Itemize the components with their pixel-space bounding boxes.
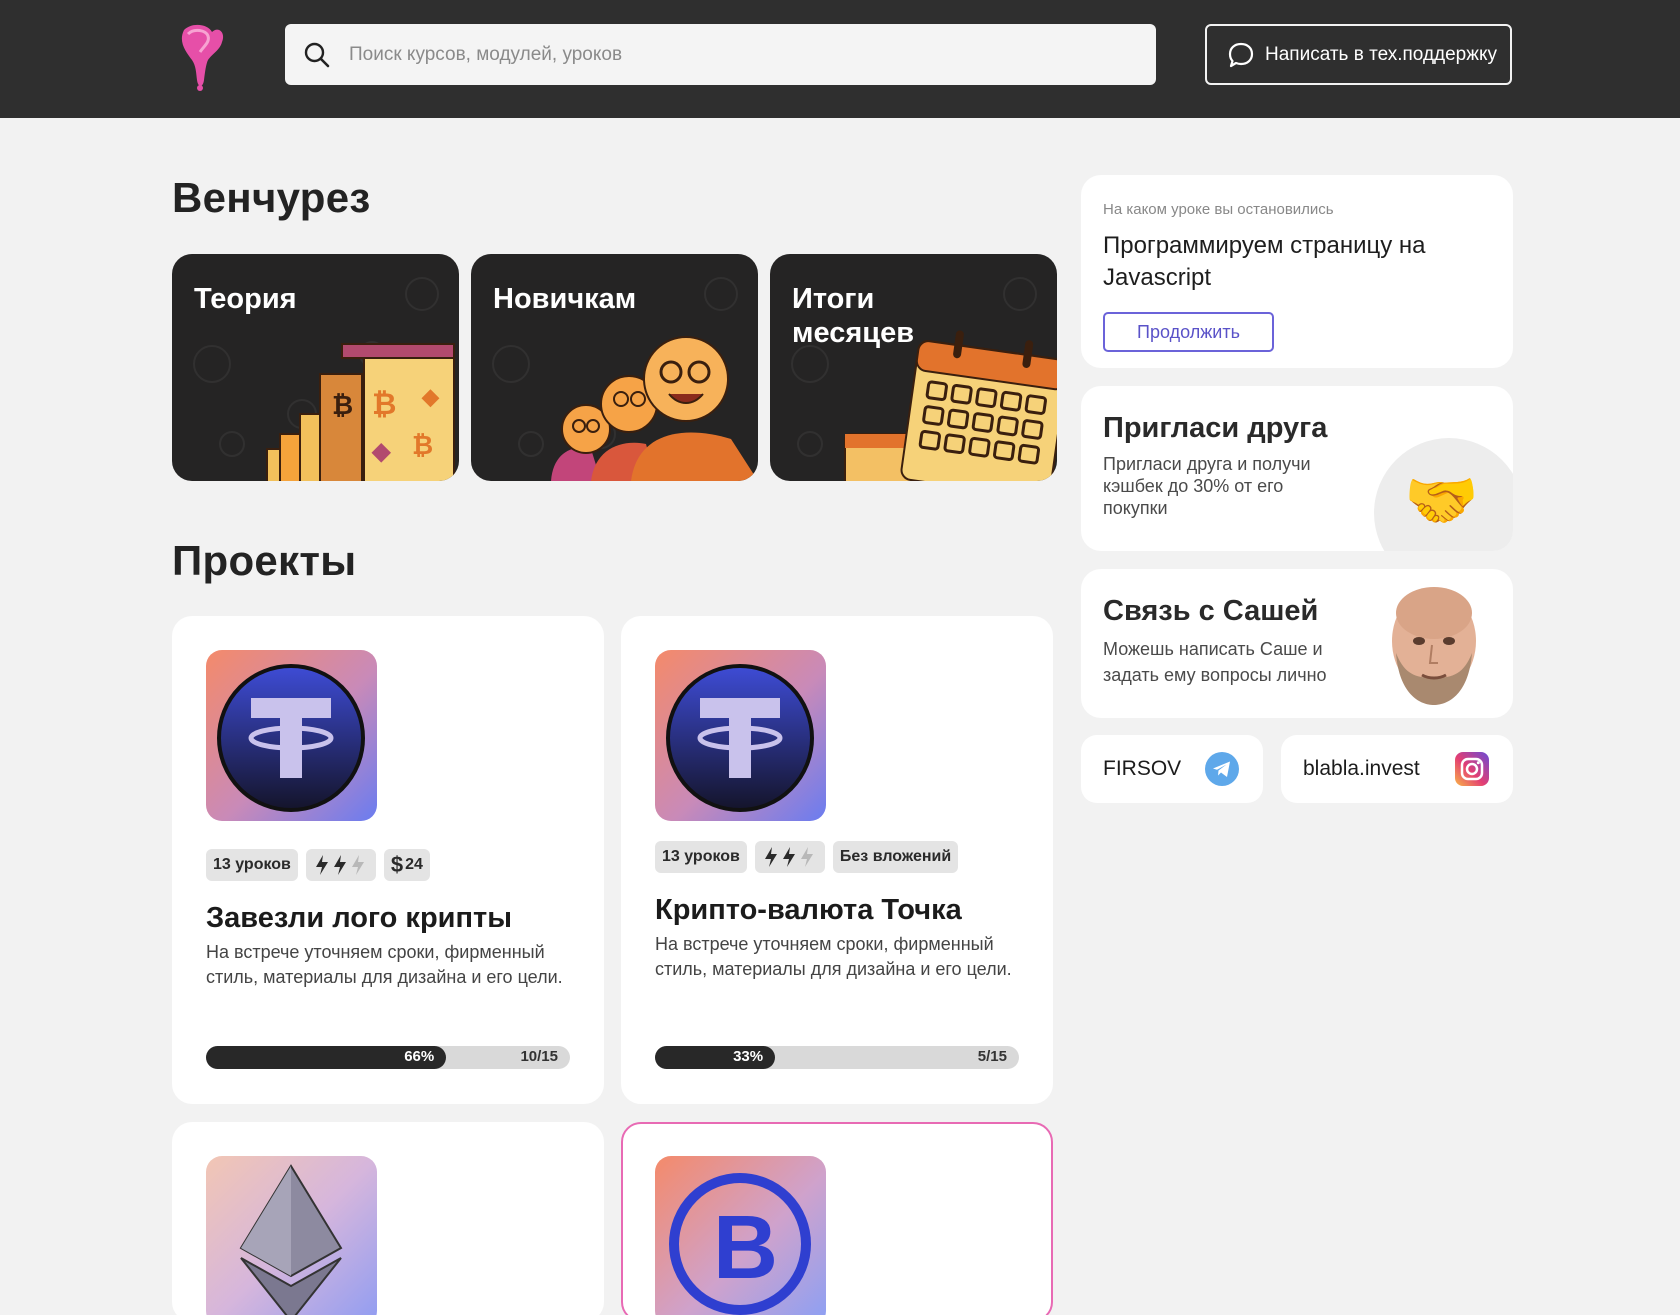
progress-percent: 33% [733, 1048, 764, 1065]
bitcoin-logo-thumbnail: B [655, 1156, 826, 1315]
category-label: Новичкам [493, 283, 637, 315]
category-label: Итоги месяцев [792, 283, 915, 349]
progress-fill: 33% [655, 1046, 776, 1069]
contact-text: Можешь написать Саше и задать ему вопрос… [1103, 639, 1327, 685]
chat-bubble-icon [1228, 42, 1254, 67]
handshake-icon: 🤝 [1404, 467, 1479, 534]
resume-panel: На каком уроке вы остановились Программи… [1081, 175, 1513, 368]
project-tags: 13 уроков Без вложений [655, 841, 959, 873]
tether-logo-thumbnail [655, 650, 826, 821]
category-card-theory[interactable]: ₿ ₿ ₿ ◆ ◆ Теория [172, 254, 459, 481]
search-input[interactable] [349, 43, 1109, 66]
project-tags: 13 уроков $ 24 [206, 849, 430, 881]
svg-text:◆: ◆ [371, 438, 391, 465]
project-card-highlighted[interactable]: B [621, 1122, 1053, 1315]
invite-text: Пригласи друга и получи кэшбек до 30% от… [1103, 454, 1311, 518]
search-bar[interactable] [285, 24, 1156, 85]
instagram-link[interactable]: blabla.invest [1281, 735, 1513, 803]
progress-bar: 66% 10/15 [206, 1046, 570, 1069]
top-bar: Написать в тех.поддержку [0, 0, 1680, 118]
telegram-link[interactable]: FIRSOV [1081, 735, 1263, 803]
category-card-monthly-results[interactable]: Итоги месяцев [770, 254, 1057, 481]
svg-text:◆: ◆ [421, 384, 440, 409]
lightning-icon [315, 855, 364, 875]
price-tag: $ 24 [383, 849, 430, 881]
difficulty-tag [305, 849, 376, 881]
progress-bar: 33% 5/15 [655, 1046, 1019, 1069]
category-card-beginners[interactable]: Новичкам [471, 254, 758, 481]
project-description: На встрече уточняем сроки, фирменный сти… [655, 934, 1012, 979]
project-card[interactable]: 13 уроков $ 24 Завезли лого крипты На вс… [172, 616, 604, 1104]
project-description: На встрече уточняем сроки, фирменный сти… [206, 942, 563, 987]
telegram-icon [1205, 752, 1239, 786]
support-label: Написать в тех.поддержку [1265, 43, 1497, 65]
progress-percent: 66% [404, 1048, 435, 1065]
category-label: Теория [194, 283, 297, 315]
project-card[interactable]: 13 уроков Без вложений Крипто-валюта Точ… [621, 616, 1053, 1104]
project-title: Крипто-валюта Точка [655, 894, 962, 926]
lightning-icon [764, 847, 813, 867]
progress-count: 10/15 [520, 1048, 558, 1065]
continue-button[interactable]: Продолжить [1103, 312, 1274, 352]
ethereum-logo-thumbnail [206, 1156, 377, 1315]
lessons-tag: 13 уроков [655, 841, 747, 873]
project-card[interactable] [172, 1122, 604, 1315]
section-title-venture: Венчурез [172, 174, 371, 221]
instagram-label: blabla.invest [1303, 757, 1420, 780]
telegram-label: FIRSOV [1103, 757, 1182, 780]
price-value: 24 [405, 856, 423, 873]
no-investment-tag: Без вложений [832, 841, 959, 873]
support-button[interactable]: Написать в тех.поддержку [1205, 24, 1512, 85]
resume-lesson-title: Программируем страницу на Javascript [1103, 232, 1426, 291]
progress-fill: 66% [206, 1046, 447, 1069]
svg-text:₿: ₿ [332, 390, 353, 420]
lessons-tag: 13 уроков [206, 849, 298, 881]
search-icon [304, 42, 330, 67]
svg-text:B: B [713, 1198, 778, 1298]
progress-count: 5/15 [977, 1048, 1007, 1065]
project-title: Завезли лого крипты [206, 902, 512, 934]
svg-text:₿: ₿ [372, 388, 396, 421]
brand-logo-icon[interactable] [178, 24, 226, 92]
resume-label: На каком уроке вы остановились [1103, 201, 1334, 218]
tether-logo-thumbnail [206, 650, 377, 821]
dollar-icon: $ [390, 852, 404, 877]
instagram-icon [1455, 752, 1489, 786]
svg-text:₿: ₿ [412, 430, 433, 460]
contact-panel[interactable]: Связь с Сашей Можешь написать Саше и зад… [1081, 569, 1513, 718]
invite-friend-panel[interactable]: Пригласи друга Пригласи друга и получи к… [1081, 386, 1513, 551]
avatar [1392, 587, 1476, 705]
difficulty-tag [754, 841, 825, 873]
section-title-projects: Проекты [172, 537, 357, 584]
